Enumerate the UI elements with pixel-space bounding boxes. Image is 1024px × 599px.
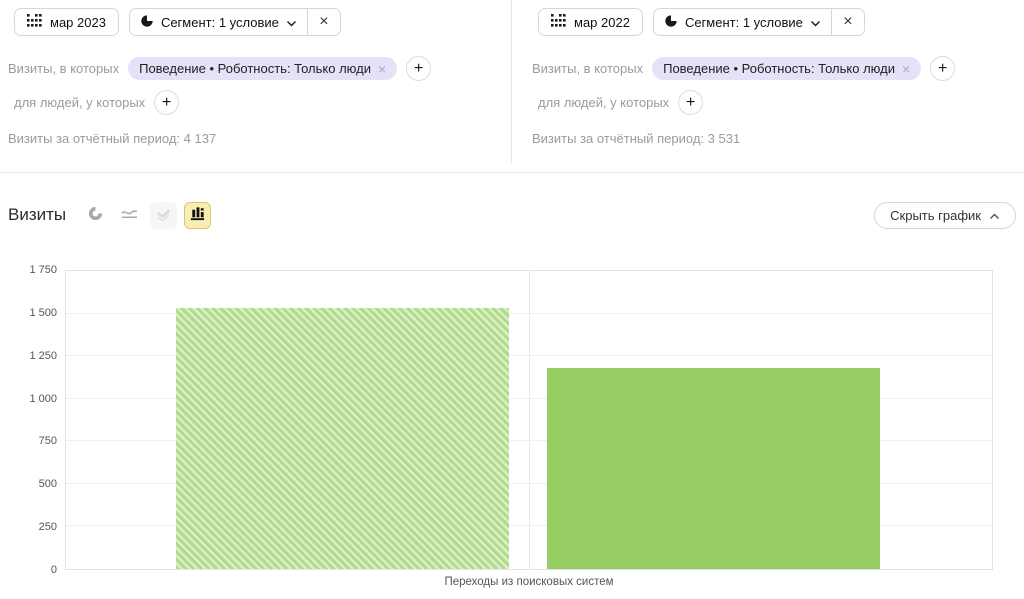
- visits-condition-label: Визиты, в которых: [8, 61, 119, 76]
- segment-a-toolbar: мар 2023 Сегмент: 1 условие ×: [14, 8, 341, 36]
- y-tick-label: 750: [39, 435, 57, 447]
- y-tick-label: 1 250: [29, 350, 57, 362]
- calendar-grid-icon: [551, 14, 566, 30]
- bar-mar-2022[interactable]: [547, 368, 880, 569]
- segment-dropdown[interactable]: Сегмент: 1 условие: [654, 9, 831, 35]
- category-divider-line: [529, 271, 530, 569]
- panel-vertical-divider: [511, 0, 512, 163]
- condition-chip-label: Поведение • Роботность: Только люди: [663, 61, 895, 76]
- report-total-label: Визиты за отчётный период:: [532, 131, 704, 146]
- segment-remove-button[interactable]: ×: [308, 9, 340, 35]
- add-people-condition-button[interactable]: +: [154, 90, 179, 115]
- segment-panel-b: мар 2022 Сегмент: 1 условие × Визиты, в …: [532, 0, 1016, 172]
- plot-area: [65, 270, 993, 570]
- metrica-compare-page: мар 2023 Сегмент: 1 условие × Визиты, в …: [0, 0, 1024, 599]
- segment-remove-button[interactable]: ×: [832, 9, 864, 35]
- bar-chart-icon: [189, 205, 206, 227]
- y-tick-label: 0: [51, 564, 57, 576]
- x-axis-category-label: Переходы из поисковых систем: [65, 576, 993, 588]
- y-axis: 02505007501 0001 2501 5001 750: [0, 270, 57, 570]
- condition-chip-label: Поведение • Роботность: Только люди: [139, 61, 371, 76]
- donut-chart-icon: [87, 205, 104, 227]
- condition-chip[interactable]: Поведение • Роботность: Только люди ×: [652, 57, 921, 80]
- add-visit-condition-button[interactable]: +: [930, 56, 955, 81]
- segment-control: Сегмент: 1 условие ×: [129, 8, 341, 36]
- pie-chart-type-button[interactable]: [82, 202, 109, 229]
- bar-chart-type-button[interactable]: [184, 202, 211, 229]
- chevron-up-icon: [989, 208, 1000, 223]
- chart-type-switcher: [82, 202, 211, 229]
- add-visit-condition-button[interactable]: +: [406, 56, 431, 81]
- calendar-grid-icon: [27, 14, 42, 30]
- chart-title: Визиты: [8, 205, 66, 225]
- segment-panel-a: мар 2023 Сегмент: 1 условие × Визиты, в …: [8, 0, 504, 172]
- chevron-down-icon: [286, 15, 297, 30]
- segment-label: Сегмент: 1 условие: [685, 15, 803, 30]
- visits-condition-row: Визиты, в которых Поведение • Роботность…: [8, 56, 431, 81]
- people-condition-row: для людей, у которых +: [538, 90, 703, 115]
- people-condition-label: для людей, у которых: [538, 95, 669, 110]
- add-people-condition-button[interactable]: +: [678, 90, 703, 115]
- people-condition-label: для людей, у которых: [14, 95, 145, 110]
- y-tick-label: 1 000: [29, 393, 57, 405]
- report-total: Визиты за отчётный период: 3 531: [532, 131, 740, 146]
- date-period-label: мар 2023: [50, 15, 106, 30]
- people-condition-row: для людей, у которых +: [14, 90, 179, 115]
- report-total-value: 4 137: [184, 131, 217, 146]
- pie-segment-icon: [140, 14, 154, 31]
- report-total-value: 3 531: [708, 131, 741, 146]
- hide-graph-label: Скрыть график: [890, 208, 981, 223]
- visits-condition-row: Визиты, в которых Поведение • Роботность…: [532, 56, 955, 81]
- y-tick-label: 1 500: [29, 307, 57, 319]
- segment-dropdown[interactable]: Сегмент: 1 условие: [130, 9, 307, 35]
- y-tick-label: 250: [39, 521, 57, 533]
- stacked-area-icon: [155, 205, 172, 227]
- date-period-button[interactable]: мар 2022: [538, 8, 643, 36]
- report-total-label: Визиты за отчётный период:: [8, 131, 180, 146]
- report-total: Визиты за отчётный период: 4 137: [8, 131, 216, 146]
- date-period-button[interactable]: мар 2023: [14, 8, 119, 36]
- y-tick-label: 1 750: [29, 264, 57, 276]
- condition-chip[interactable]: Поведение • Роботность: Только люди ×: [128, 57, 397, 80]
- segment-control: Сегмент: 1 условие ×: [653, 8, 865, 36]
- segment-b-toolbar: мар 2022 Сегмент: 1 условие ×: [538, 8, 865, 36]
- condition-chip-close-icon[interactable]: ×: [378, 61, 386, 77]
- bar-mar-2023[interactable]: [176, 308, 509, 569]
- line-chart-icon: [120, 206, 139, 226]
- condition-chip-close-icon[interactable]: ×: [902, 61, 910, 77]
- pie-segment-icon: [664, 14, 678, 31]
- visits-condition-label: Визиты, в которых: [532, 61, 643, 76]
- y-tick-label: 500: [39, 478, 57, 490]
- line-chart-type-button[interactable]: [116, 202, 143, 229]
- area-chart-type-button[interactable]: [150, 202, 177, 229]
- date-period-label: мар 2022: [574, 15, 630, 30]
- section-horizontal-divider: [0, 172, 1024, 173]
- chevron-down-icon: [810, 15, 821, 30]
- hide-graph-button[interactable]: Скрыть график: [874, 202, 1016, 229]
- segment-label: Сегмент: 1 условие: [161, 15, 279, 30]
